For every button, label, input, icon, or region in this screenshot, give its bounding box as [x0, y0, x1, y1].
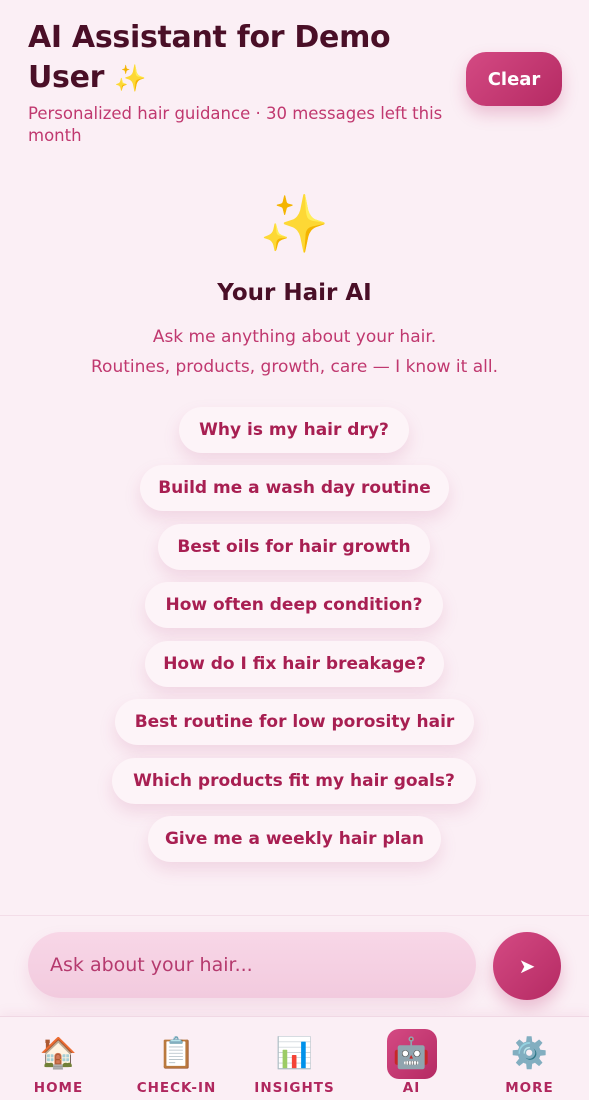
hero-description-line: Ask me anything about your hair.: [152, 327, 437, 347]
nav-item-home[interactable]: 🏠 HOME: [0, 1017, 117, 1100]
send-arrow-icon: ➤: [518, 955, 536, 978]
gear-icon: ⚙️: [510, 1036, 549, 1071]
clipboard-icon: 📋: [157, 1036, 196, 1071]
bottom-nav: 🏠 HOME 📋 CHECK-IN 📊 INSIGHTS 🤖 AI ⚙️ MOR…: [0, 1016, 589, 1100]
send-button[interactable]: ➤: [493, 932, 561, 1000]
sparkles-icon: ✨: [259, 192, 330, 257]
sparkles-icon: ✨: [114, 64, 147, 94]
message-composer: ➤: [0, 915, 589, 1016]
clear-button[interactable]: Clear: [466, 52, 562, 106]
page-title-text: AI Assistant for Demo User: [28, 20, 391, 95]
message-input[interactable]: [28, 932, 476, 998]
nav-item-insights[interactable]: 📊 INSIGHTS: [236, 1017, 353, 1100]
nav-item-ai[interactable]: 🤖 AI: [353, 1017, 470, 1100]
hero-description: Ask me anything about your hair. Routine…: [0, 322, 589, 382]
nav-item-more[interactable]: ⚙️ MORE: [471, 1017, 588, 1100]
header: AI Assistant for Demo User ✨ Personalize…: [28, 18, 458, 147]
suggestion-chip[interactable]: How do I fix hair breakage?: [145, 641, 444, 687]
ai-assistant-screen: AI Assistant for Demo User ✨ Personalize…: [0, 0, 589, 1100]
nav-item-label: MORE: [505, 1080, 554, 1096]
house-icon: 🏠: [39, 1036, 78, 1071]
suggestion-chip[interactable]: How often deep condition?: [145, 582, 443, 628]
suggestion-chip[interactable]: Why is my hair dry?: [179, 407, 409, 453]
page-title: AI Assistant for Demo User ✨: [28, 18, 458, 99]
hero-title: Your Hair AI: [217, 280, 372, 306]
suggestion-chip[interactable]: Best routine for low porosity hair: [115, 699, 474, 745]
bar-chart-icon: 📊: [275, 1036, 314, 1071]
nav-item-label: HOME: [33, 1080, 84, 1096]
suggestion-chip[interactable]: Best oils for hair growth: [158, 524, 430, 570]
nav-item-label: INSIGHTS: [254, 1080, 335, 1096]
nav-item-label: AI: [402, 1080, 421, 1096]
robot-icon: 🤖: [386, 1029, 437, 1079]
hero-description-line: Routines, products, growth, care — I kno…: [91, 357, 498, 377]
nav-item-check-in[interactable]: 📋 CHECK-IN: [118, 1017, 235, 1100]
suggestion-chip[interactable]: Build me a wash day routine: [140, 465, 449, 511]
nav-item-label: CHECK-IN: [136, 1080, 217, 1096]
suggestion-chip[interactable]: Which products fit my hair goals?: [112, 758, 476, 804]
page-subtitle: Personalized hair guidance · 30 messages…: [28, 104, 443, 145]
suggestion-chip[interactable]: Give me a weekly hair plan: [148, 816, 441, 862]
